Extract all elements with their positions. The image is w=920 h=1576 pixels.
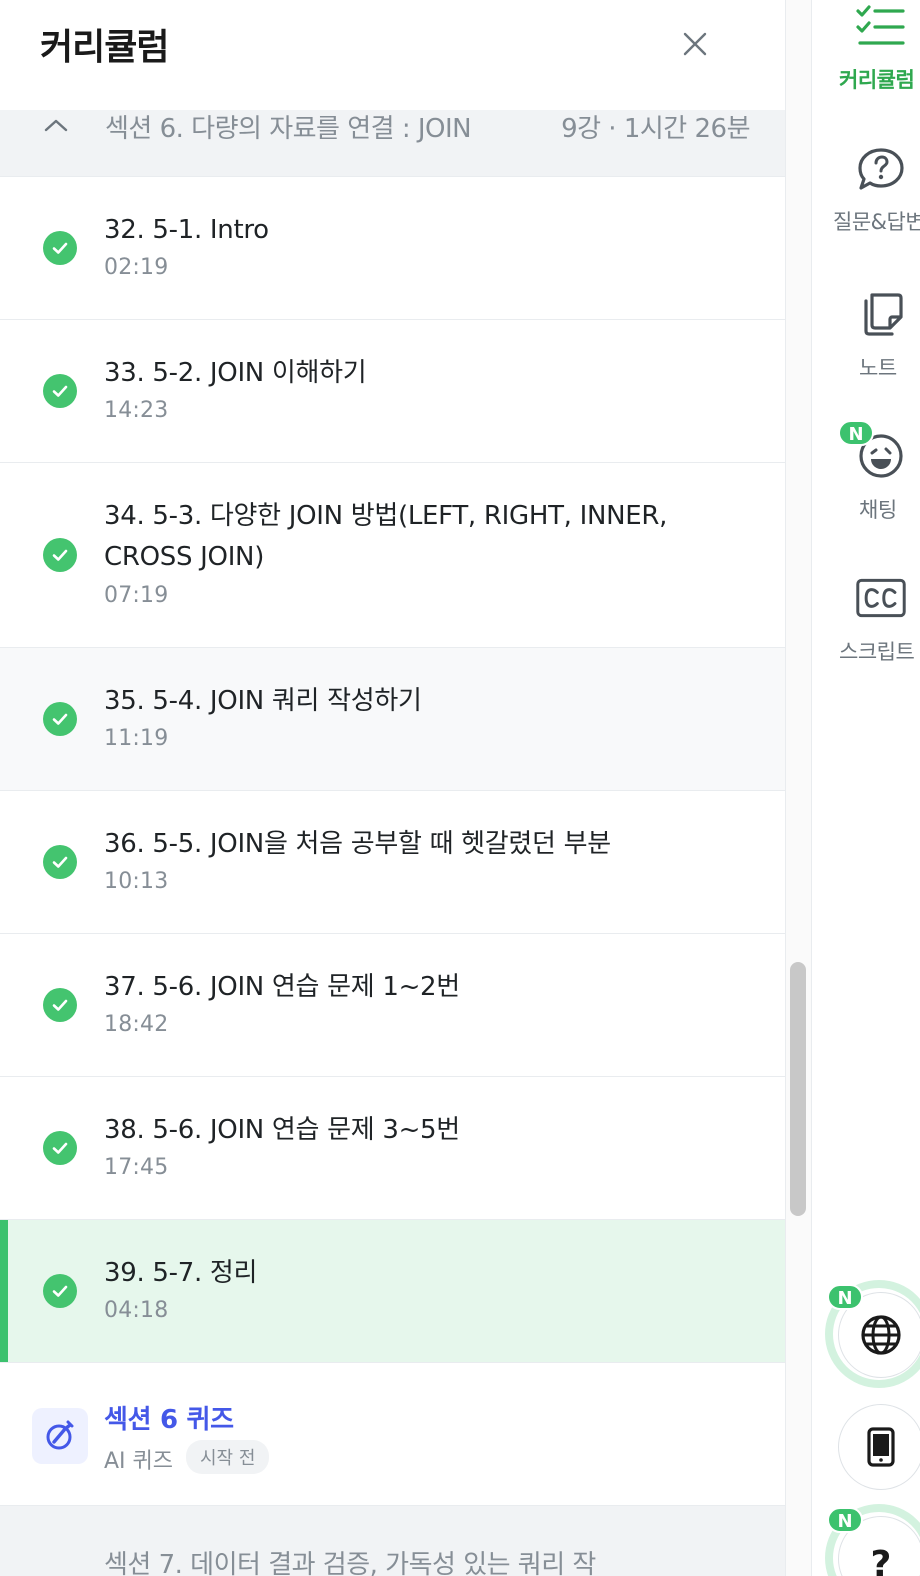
rail-label: 스크립트 xyxy=(839,640,915,664)
lesson-title: 39. 5-7. 정리 xyxy=(104,1258,258,1288)
globe-new-badge: N xyxy=(827,1284,863,1310)
scrollbar-track xyxy=(786,0,812,1576)
lesson-item[interactable]: 36. 5-5. JOIN을 처음 공부할 때 헷갈렸던 부분 10:13 xyxy=(0,791,785,934)
quiz-subtitle: AI 퀴즈 xyxy=(104,1449,174,1474)
section-meta: 9강 · 1시간 26분 xyxy=(561,114,750,144)
cc-icon xyxy=(855,572,907,624)
panel-title: 커리큘럼 xyxy=(40,27,169,68)
chevron-up-icon[interactable] xyxy=(42,112,70,140)
lesson-item[interactable]: 37. 5-6. JOIN 연습 문제 1~2번 18:42 xyxy=(0,934,785,1077)
scrollbar-thumb[interactable] xyxy=(790,962,806,1216)
lesson-title: 34. 5-3. 다양한 JOIN 방법(LEFT, RIGHT, INNER,… xyxy=(104,501,668,572)
lesson-list: 32. 5-1. Intro 02:19 33. 5-2. JOIN 이해하기 … xyxy=(0,177,785,1576)
lesson-title: 37. 5-6. JOIN 연습 문제 1~2번 xyxy=(104,972,460,1002)
mobile-button[interactable] xyxy=(838,1404,920,1490)
check-circle-icon xyxy=(43,988,77,1022)
rail-label: 커리큘럼 xyxy=(839,68,915,92)
lesson-title: 38. 5-6. JOIN 연습 문제 3~5번 xyxy=(104,1115,460,1145)
lesson-title: 33. 5-2. JOIN 이해하기 xyxy=(104,358,367,388)
lesson-duration: 11:19 xyxy=(104,726,169,751)
curriculum-panel: 커리큘럼 섹션 6. 다량의 자료를 연결 : JOIN 9강 · 1시간 26… xyxy=(0,0,786,1576)
close-icon xyxy=(683,32,707,56)
check-circle-icon xyxy=(43,231,77,265)
chat-new-badge: N xyxy=(838,420,874,446)
lesson-duration: 02:19 xyxy=(104,255,169,280)
check-circle-icon xyxy=(43,1274,77,1308)
rail-item-qna[interactable]: 질문&답변 xyxy=(813,140,920,240)
check-circle-icon xyxy=(43,845,77,879)
next-section-header[interactable]: 섹션 7. 데이터 결과 검증, 가독성 있는 쿼리 작 xyxy=(0,1506,785,1576)
side-rail: 커리큘럼 질문&답변 노트 N 채팅 스크립트 N ? N xyxy=(813,0,920,1576)
rail-label: 노트 xyxy=(859,356,897,380)
lesson-item[interactable]: 35. 5-4. JOIN 쿼리 작성하기 11:19 xyxy=(0,648,785,791)
rail-item-note[interactable]: 노트 xyxy=(813,288,920,388)
smartphone-icon xyxy=(867,1427,895,1467)
help-icon: ? xyxy=(870,1543,892,1576)
check-circle-icon xyxy=(43,374,77,408)
lesson-duration: 04:18 xyxy=(104,1298,169,1323)
section-title: 섹션 6. 다량의 자료를 연결 : JOIN xyxy=(105,114,472,144)
lesson-item[interactable]: 33. 5-2. JOIN 이해하기 14:23 xyxy=(0,320,785,463)
check-circle-icon xyxy=(43,538,77,572)
rail-label: 채팅 xyxy=(859,498,897,522)
quiz-item[interactable]: 섹션 6 퀴즈 AI 퀴즈 시작 전 xyxy=(0,1363,785,1506)
check-circle-icon xyxy=(43,1131,77,1165)
rail-item-curriculum[interactable]: 커리큘럼 xyxy=(813,0,920,110)
lesson-title: 35. 5-4. JOIN 쿼리 작성하기 xyxy=(104,686,422,716)
quiz-title: 섹션 6 퀴즈 xyxy=(104,1405,234,1435)
lesson-duration: 18:42 xyxy=(104,1012,169,1037)
lesson-item-current[interactable]: 39. 5-7. 정리 04:18 xyxy=(0,1220,785,1363)
rail-label: 질문&답변 xyxy=(833,210,920,234)
lesson-duration: 07:19 xyxy=(104,583,169,608)
lesson-title: 36. 5-5. JOIN을 처음 공부할 때 헷갈렸던 부분 xyxy=(104,829,611,859)
question-bubble-icon xyxy=(855,144,907,196)
lesson-duration: 17:45 xyxy=(104,1155,169,1180)
lesson-title: 32. 5-1. Intro xyxy=(104,215,269,245)
quiz-status-badge: 시작 전 xyxy=(186,1440,270,1474)
rail-item-chat[interactable]: N 채팅 xyxy=(813,420,920,534)
lesson-duration: 14:23 xyxy=(104,398,169,423)
next-section-title: 섹션 7. 데이터 결과 검증, 가독성 있는 쿼리 작 xyxy=(104,1550,596,1576)
rail-item-script[interactable]: 스크립트 xyxy=(813,572,920,672)
panel-header: 커리큘럼 xyxy=(0,0,785,110)
lesson-item[interactable]: 34. 5-3. 다양한 JOIN 방법(LEFT, RIGHT, INNER,… xyxy=(0,463,785,648)
close-button[interactable] xyxy=(675,24,715,64)
lesson-item[interactable]: 38. 5-6. JOIN 연습 문제 3~5번 17:45 xyxy=(0,1077,785,1220)
check-circle-icon xyxy=(43,702,77,736)
note-icon xyxy=(855,288,907,340)
section-header[interactable]: 섹션 6. 다량의 자료를 연결 : JOIN 9강 · 1시간 26분 xyxy=(0,110,785,177)
globe-icon xyxy=(861,1315,901,1355)
help-new-badge: N xyxy=(827,1507,863,1533)
lesson-item[interactable]: 32. 5-1. Intro 02:19 xyxy=(0,177,785,320)
lesson-duration: 10:13 xyxy=(104,869,169,894)
curriculum-list-icon xyxy=(855,0,907,52)
ai-quiz-icon xyxy=(32,1408,88,1464)
